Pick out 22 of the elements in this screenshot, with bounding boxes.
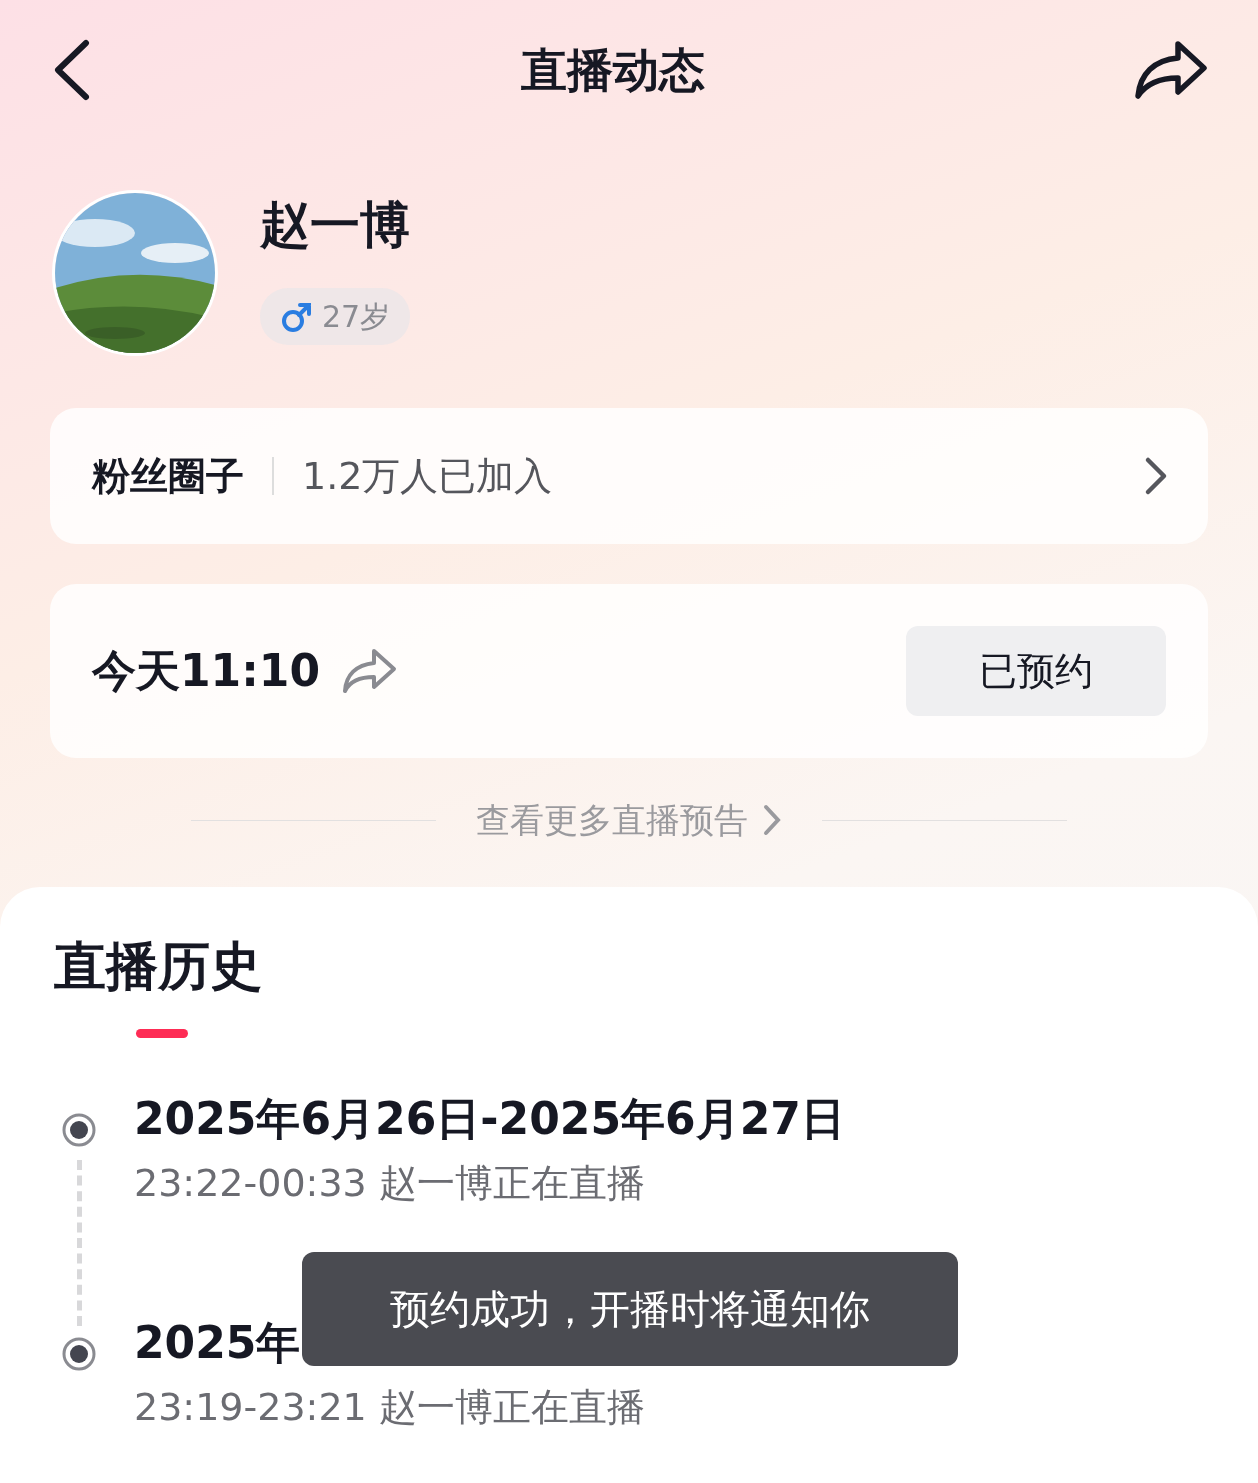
tab-underline [136, 1029, 188, 1038]
live-detail: 23:22-00:33 赵一博正在直播 [134, 1160, 645, 1208]
fan-circle-card[interactable]: 粉丝圈子 1.2万人已加入 [50, 408, 1208, 544]
radio-dot-icon [61, 1336, 97, 1372]
user-name: 赵一博 [260, 200, 410, 250]
reserve-button[interactable]: 已预约 [906, 626, 1166, 716]
radio-dot-icon [61, 1112, 97, 1148]
member-count: 1.2万人已加入 [302, 452, 554, 500]
toast-message: 预约成功，开播时将通知你 [302, 1252, 958, 1366]
live-detail: 23:19-23:21 赵一博正在直播 [134, 1384, 645, 1432]
section-title: 直播历史 [54, 935, 262, 998]
date-range: 2025年 [134, 1316, 301, 1370]
back-button[interactable] [52, 39, 92, 101]
share-icon [342, 647, 399, 695]
page-title: 直播动态 [521, 41, 705, 99]
age-text: 27岁 [322, 298, 391, 336]
fan-circle-label: 粉丝圈子 [92, 452, 244, 500]
chevron-right-icon [762, 803, 782, 837]
chevron-right-icon [1144, 456, 1168, 496]
share-button[interactable] [1134, 40, 1208, 100]
date-range: 2025年6月26日-2025年6月27日 [134, 1092, 845, 1146]
live-time: 今天11:10 [92, 644, 321, 698]
